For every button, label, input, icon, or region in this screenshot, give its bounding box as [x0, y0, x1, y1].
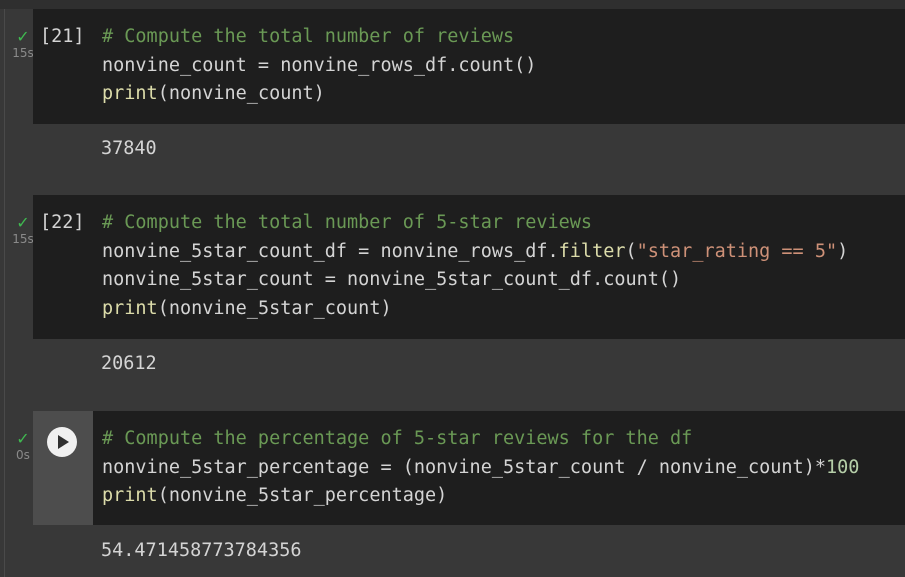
code-line: # Compute the percentage of 5-star revie… [102, 428, 692, 449]
run-cell-button[interactable] [47, 427, 77, 457]
code-token: (nonvine_5star_percentage) [157, 485, 448, 506]
code-token: print [102, 297, 158, 319]
code-line: nonvine_5star_percentage = (nonvine_5sta… [102, 457, 859, 478]
code-line: print(nonvine_5star_count) [102, 298, 392, 319]
code-token: ) [837, 240, 849, 262]
cell-output: 20612 [101, 353, 157, 374]
code-token: nonvine_count = nonvine_rows_df.count() [102, 54, 537, 76]
code-line: nonvine_count = nonvine_rows_df.count() [102, 55, 536, 76]
code-token: filter [558, 240, 626, 262]
code-line: # Compute the total number of 5-star rev… [102, 212, 592, 233]
code-token: nonvine_5star_percentage = (nonvine_5sta… [102, 456, 826, 478]
code-line: # Compute the total number of reviews [102, 26, 514, 47]
gutter-line [4, 9, 5, 577]
cell-output: 37840 [101, 138, 157, 159]
code-token: nonvine_5star_count_df = nonvine_rows_df… [102, 240, 559, 262]
code-token: print [102, 83, 158, 104]
code-text[interactable]: # Compute the total number of reviews no… [102, 23, 536, 109]
code-token: print [102, 485, 158, 506]
code-editor[interactable]: # Compute the percentage of 5-star revie… [33, 411, 905, 525]
code-line: nonvine_5star_count = nonvine_5star_coun… [102, 269, 681, 290]
code-token: # Compute the total number of reviews [102, 26, 515, 47]
execution-count: [21] [40, 26, 85, 47]
code-token: ( [625, 240, 637, 262]
code-line: print(nonvine_5star_percentage) [102, 485, 447, 506]
code-line: print(nonvine_count) [102, 83, 325, 104]
code-token: 100 [825, 456, 860, 478]
code-token: (nonvine_count) [157, 83, 325, 104]
code-token: (nonvine_5star_count) [157, 297, 392, 319]
code-text[interactable]: # Compute the total number of 5-star rev… [102, 209, 848, 323]
top-bar [0, 0, 905, 9]
code-editor[interactable]: [22] # Compute the total number of 5-sta… [33, 195, 905, 339]
code-token: # Compute the total number of 5-star rev… [102, 212, 593, 233]
execution-count: [22] [40, 212, 85, 233]
code-line: nonvine_5star_count_df = nonvine_rows_df… [102, 241, 848, 262]
cell-output: 54.471458773784356 [101, 540, 302, 561]
code-token: nonvine_5star_count = nonvine_5star_coun… [102, 269, 682, 290]
code-editor[interactable]: [21] # Compute the total number of revie… [33, 9, 905, 124]
run-gutter [33, 411, 93, 525]
code-token: # Compute the percentage of 5-star revie… [102, 428, 693, 449]
code-text[interactable]: # Compute the percentage of 5-star revie… [102, 425, 859, 511]
code-token: "star_rating == 5" [636, 240, 838, 262]
